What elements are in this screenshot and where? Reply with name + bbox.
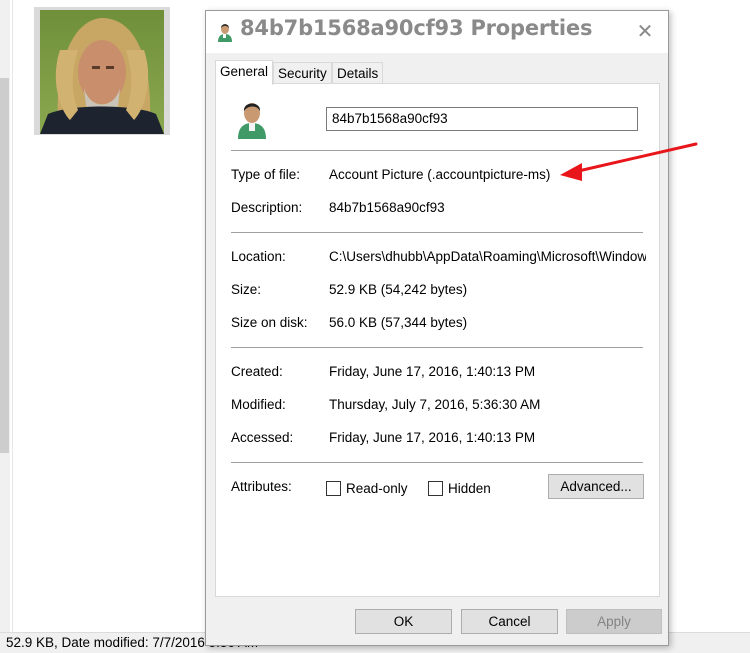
created-label: Created: [231,364,283,379]
ok-button[interactable]: OK [355,609,452,634]
apply-button[interactable]: Apply [566,609,662,634]
size-value: 52.9 KB (54,242 bytes) [329,282,468,297]
size-label: Size: [231,282,262,297]
size-on-disk-value: 56.0 KB (57,344 bytes) [329,315,468,330]
file-name-input[interactable]: 84b7b1568a90cf93 [326,107,638,131]
type-of-file-value: Account Picture (.accountpicture-ms) [329,167,551,182]
advanced-button[interactable]: Advanced... [548,474,644,499]
created-value: Friday, June 17, 2016, 1:40:13 PM [329,364,536,379]
properties-dialog: 84b7b1568a90cf93 Properties ✕ General Se… [205,10,669,646]
user-account-icon [236,99,268,139]
tab-general[interactable]: General [215,60,274,85]
modified-label: Modified: [231,397,286,412]
dialog-titlebar[interactable]: 84b7b1568a90cf93 Properties ✕ [206,11,668,53]
annotation-arrow-icon [560,142,698,181]
attributes-label: Attributes: [231,479,292,494]
description-value: 84b7b1568a90cf93 [329,200,445,215]
close-icon: ✕ [636,19,654,43]
hidden-checkbox[interactable] [428,481,443,496]
tab-details[interactable]: Details [332,62,384,84]
explorer-scrollbar-thumb[interactable] [0,78,9,453]
tab-security[interactable]: Security [273,62,332,84]
separator [231,347,643,348]
hidden-label[interactable]: Hidden [448,481,491,496]
type-of-file-label: Type of file: [231,167,301,182]
size-on-disk-label: Size on disk: [231,315,308,330]
user-account-icon [217,22,233,42]
read-only-checkbox[interactable] [326,481,341,496]
accessed-label: Accessed: [231,430,294,445]
account-picture-thumbnail[interactable] [40,10,164,134]
cancel-button[interactable]: Cancel [461,609,558,634]
location-label: Location: [231,249,286,264]
read-only-label[interactable]: Read-only [346,481,408,496]
close-button[interactable]: ✕ [622,11,668,51]
modified-value: Thursday, July 7, 2016, 5:36:30 AM [329,397,541,412]
location-value: C:\Users\dhubb\AppData\Roaming\Microsoft… [329,249,646,264]
separator [231,462,643,463]
dialog-title: 84b7b1568a90cf93 Properties [240,16,593,40]
pane-divider [12,0,13,632]
accessed-value: Friday, June 17, 2016, 1:40:13 PM [329,430,536,445]
description-label: Description: [231,200,303,215]
separator [231,232,643,233]
